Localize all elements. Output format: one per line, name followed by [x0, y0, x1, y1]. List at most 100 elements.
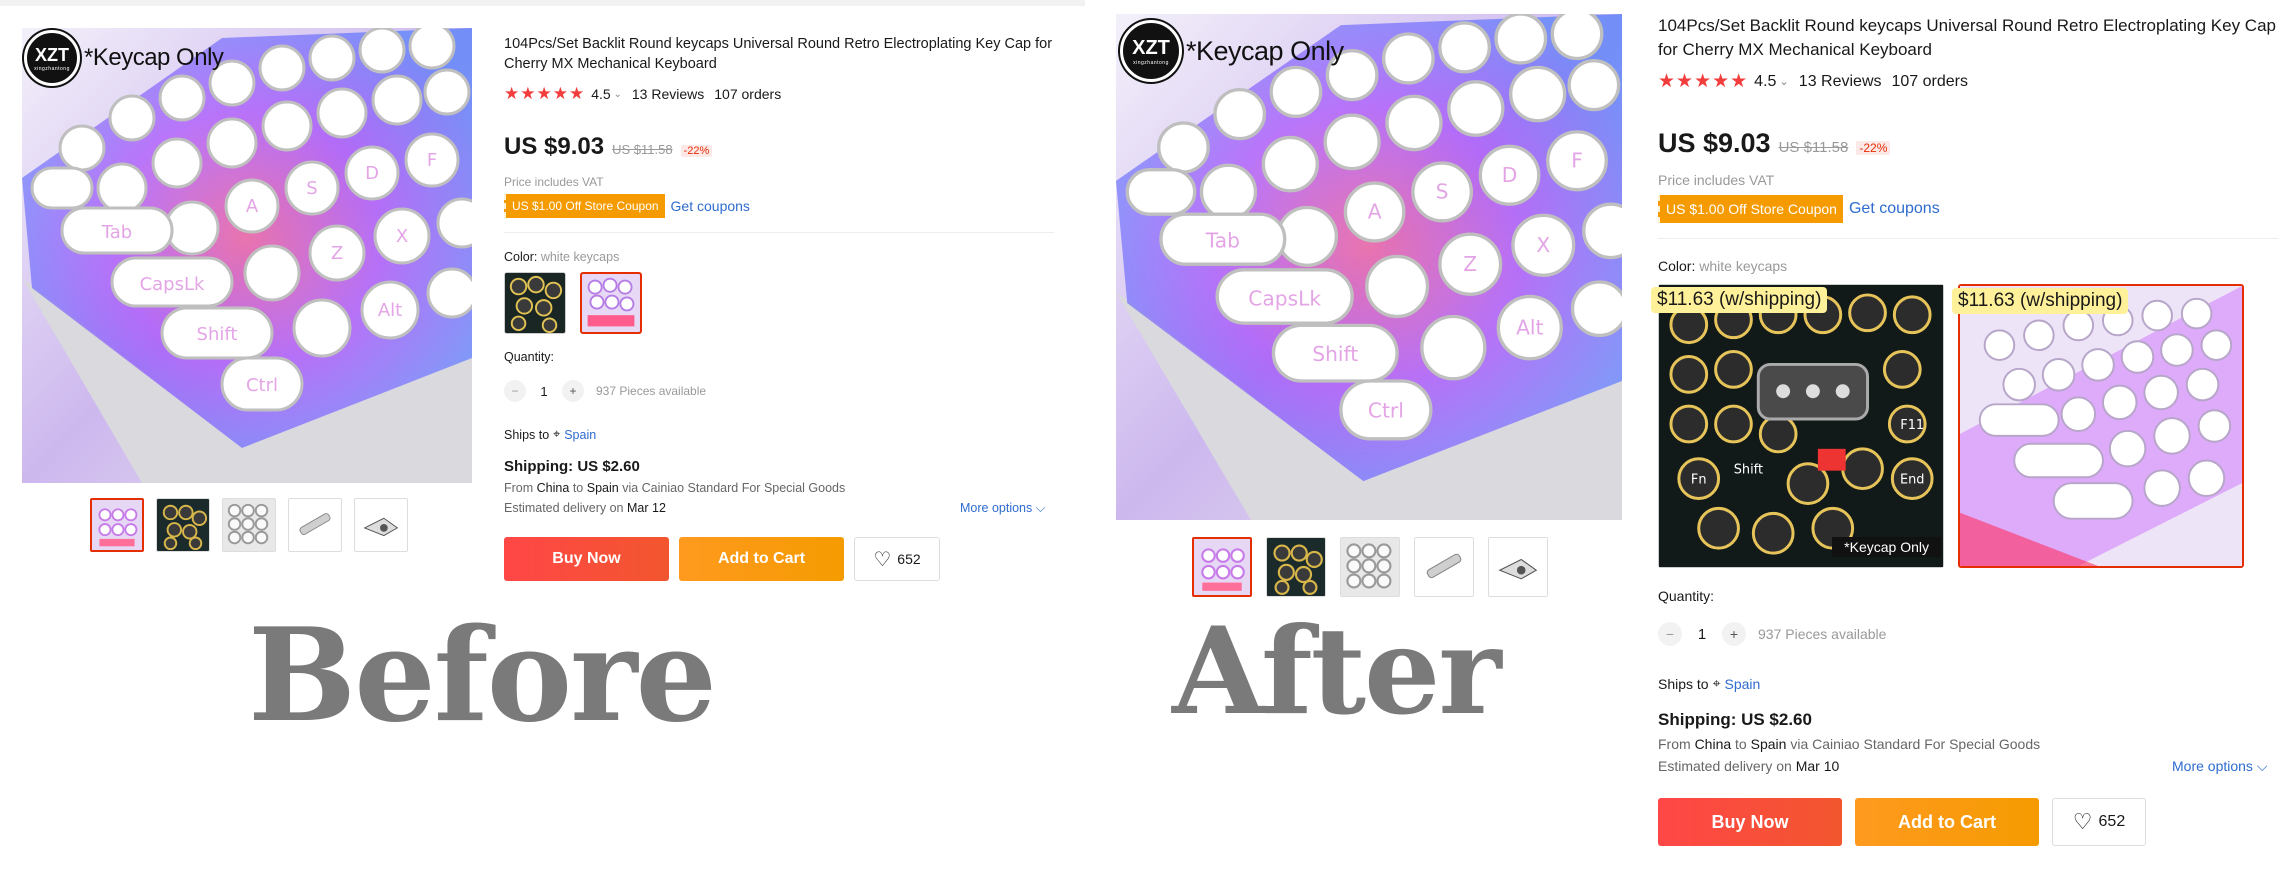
more-options-link[interactable]: More options ⌵	[960, 501, 1045, 516]
svg-text:A: A	[246, 196, 259, 217]
before-caption: Before	[248, 601, 717, 751]
add-to-cart-button[interactable]: Add to Cart	[679, 537, 844, 581]
svg-text:A: A	[1368, 200, 1382, 224]
heart-icon: ♡	[2072, 809, 2093, 834]
quantity-value[interactable]: 1	[526, 384, 562, 399]
thumbnail-1[interactable]	[90, 498, 144, 552]
ships-to-label: Ships to	[504, 427, 550, 442]
plus-icon[interactable]: +	[1722, 622, 1746, 646]
minus-icon[interactable]: −	[504, 380, 526, 402]
thumbnail-5[interactable]	[1488, 537, 1548, 597]
quantity-stepper: − 1 + 937 Pieces available	[504, 380, 706, 402]
svg-text:S: S	[306, 178, 317, 199]
store-coupon-badge: US $1.00 Off Store Coupon	[1658, 195, 1843, 223]
swatch-white-keycaps[interactable]	[580, 272, 642, 334]
main-product-image[interactable]: Tab CapsLk Shift Ctrl A S D F Z X Alt XZT xingzha…	[22, 28, 472, 483]
reviews-link[interactable]: 13 Reviews	[632, 86, 704, 102]
price-row: US $9.03 US $11.58 -22%	[1658, 128, 1891, 159]
star-rating-icon: ★★★★★	[504, 84, 586, 103]
estimated-delivery: Estimated delivery on Mar 10	[1658, 758, 1840, 774]
ship-country-link[interactable]: Spain	[564, 428, 596, 442]
brand-logo: XZT xingzhantong	[1120, 20, 1182, 82]
svg-text:Tab: Tab	[1205, 229, 1240, 253]
quantity-value[interactable]: 1	[1682, 626, 1722, 643]
swatch-black-keycaps[interactable]	[504, 272, 566, 334]
after-caption: After	[1172, 601, 1502, 742]
location-pin-icon: ⌖	[553, 427, 561, 441]
thumbnail-2[interactable]	[156, 498, 210, 552]
wishlist-button[interactable]: ♡ 652	[2052, 798, 2146, 846]
rating-row: ★★★★★ 4.5 ⌄ 13 Reviews 107 orders	[1658, 70, 1968, 93]
svg-text:Ctrl: Ctrl	[246, 375, 278, 396]
more-options-link[interactable]: More options ⌵	[2172, 758, 2267, 775]
thumbnail-2[interactable]	[1266, 537, 1326, 597]
pieces-available: 937 Pieces available	[1758, 626, 1887, 642]
svg-text:Alt: Alt	[378, 300, 402, 321]
shipping-route: From China to Spain via Cainiao Standard…	[504, 481, 846, 495]
color-label: Color: white keycaps	[1658, 258, 1788, 274]
wishlist-count: 652	[897, 551, 921, 567]
chevron-down-icon: ⌵	[2256, 758, 2268, 774]
add-to-cart-button[interactable]: Add to Cart	[1855, 798, 2039, 846]
pieces-available: 937 Pieces available	[596, 384, 707, 398]
thumbnail-4[interactable]	[288, 498, 342, 552]
discount-badge: -22%	[1856, 141, 1891, 155]
keycap-only-tag: *Keycap Only	[1832, 537, 1941, 557]
svg-text:F: F	[427, 150, 437, 171]
plus-icon[interactable]: +	[562, 380, 584, 402]
svg-text:CapsLk: CapsLk	[1248, 286, 1321, 310]
shipping-route: From China to Spain via Cainiao Standard…	[1658, 736, 2041, 752]
brand-watermark: XZT xingzhantong *Keycap Only	[1120, 20, 1344, 82]
chevron-down-icon[interactable]: ⌄	[614, 89, 622, 100]
svg-text:Shift: Shift	[1312, 342, 1358, 366]
color-swatches: Shift Fn End F11 $11.63 (w/shipping) *Keyca…	[1651, 284, 2244, 568]
rating-row: ★★★★★ 4.5 ⌄ 13 Reviews 107 orders	[504, 84, 781, 104]
keyboard-image: Tab CapsLk Shift Ctrl A S D F Z X Alt	[22, 28, 472, 483]
reviews-link[interactable]: 13 Reviews	[1799, 73, 1882, 91]
original-price: US $11.58	[612, 142, 673, 157]
thumbnail-3[interactable]	[222, 498, 276, 552]
svg-text:Fn: Fn	[1691, 473, 1707, 488]
divider	[1658, 238, 2278, 239]
wishlist-button[interactable]: ♡ 652	[854, 537, 940, 581]
orders-count: 107 orders	[714, 86, 782, 102]
coupon-row: US $1.00 Off Store Coupon Get coupons	[1658, 195, 1940, 223]
heart-icon: ♡	[873, 548, 892, 571]
svg-text:Z: Z	[1463, 252, 1477, 276]
divider	[504, 232, 1054, 233]
thumbnail-4[interactable]	[1414, 537, 1474, 597]
color-label: Color: white keycaps	[504, 250, 620, 264]
minus-icon[interactable]: −	[1658, 622, 1682, 646]
svg-text:Tab: Tab	[101, 222, 132, 243]
thumbnail-3[interactable]	[1340, 537, 1400, 597]
brand-logo: XZT xingzhantong	[24, 30, 80, 86]
svg-text:Z: Z	[331, 243, 343, 264]
get-coupons-link[interactable]: Get coupons	[1849, 200, 1940, 218]
ship-country-link[interactable]: Spain	[1724, 676, 1760, 692]
thumbnail-strip	[1192, 537, 1548, 597]
discount-badge: -22%	[680, 145, 713, 157]
black-keycaps-image: Shift Fn End F11	[1659, 285, 1943, 567]
orders-count: 107 orders	[1891, 72, 1969, 90]
product-title: 104Pcs/Set Backlit Round keycaps Univers…	[504, 36, 1053, 73]
thumbnail-1[interactable]	[1192, 537, 1252, 597]
thumbnail-5[interactable]	[354, 498, 408, 552]
buy-now-button[interactable]: Buy Now	[1658, 798, 1842, 846]
chevron-down-icon[interactable]: ⌄	[1779, 75, 1788, 88]
brand-tag: *Keycap Only	[84, 44, 224, 71]
main-product-image[interactable]: Tab CapsLk Shift Ctrl A S D F Z X Alt XZT xingzha…	[1116, 14, 1622, 520]
shipping-cost: Shipping: US $2.60	[504, 458, 640, 475]
store-coupon-badge: US $1.00 Off Store Coupon	[504, 194, 665, 218]
buy-now-button[interactable]: Buy Now	[504, 537, 669, 581]
get-coupons-link[interactable]: Get coupons	[671, 198, 750, 214]
ships-to: Ships to ⌖ Spain	[504, 427, 596, 442]
quantity-label: Quantity:	[504, 350, 555, 364]
estimated-delivery: Estimated delivery on Mar 12	[504, 501, 666, 515]
location-pin-icon: ⌖	[1712, 675, 1721, 691]
swatch-white-keycaps[interactable]: $11.63 (w/shipping)	[1952, 284, 2244, 568]
svg-text:S: S	[1436, 180, 1449, 204]
star-rating-icon: ★★★★★	[1658, 71, 1749, 92]
swatch-black-keycaps[interactable]: Shift Fn End F11 $11.63 (w/shipping) *Keyca…	[1651, 284, 1944, 568]
comparison-stage: Tab CapsLk Shift Ctrl A S D F Z X Alt XZT xingzha…	[0, 0, 2290, 896]
brand-watermark: XZT xingzhantong *Keycap Only	[24, 30, 224, 86]
